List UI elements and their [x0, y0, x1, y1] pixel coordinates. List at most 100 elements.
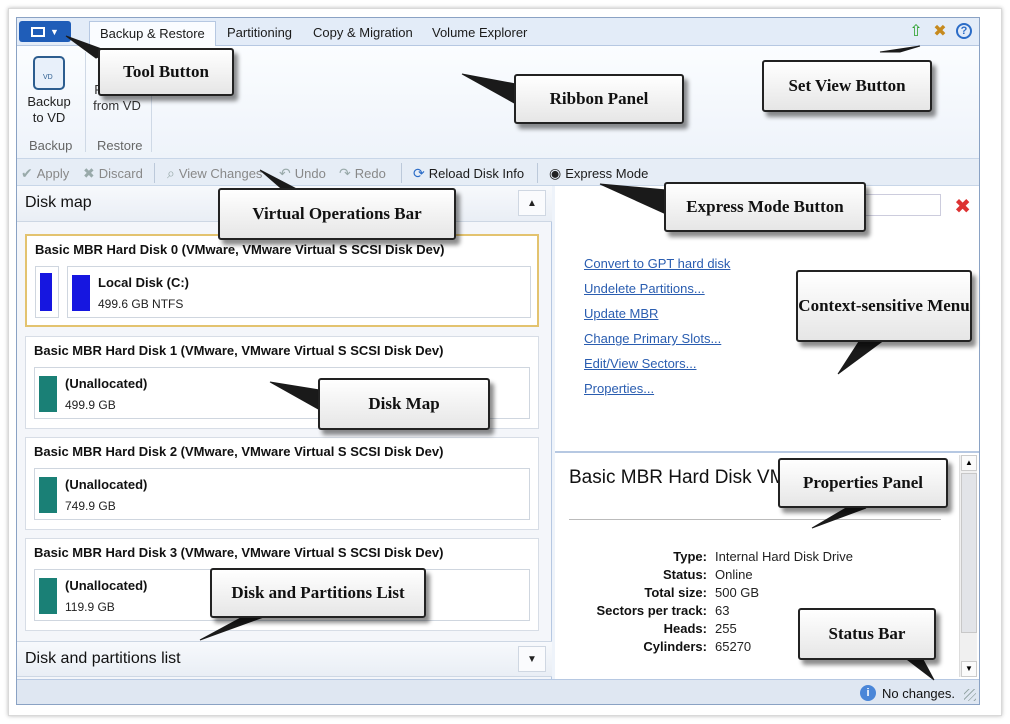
prop-key: Sectors per track: [596, 603, 707, 618]
callout-disk-map: Disk Map [318, 378, 490, 430]
discard-icon: ✖ [83, 165, 95, 181]
express-mode-icon: ◉ [549, 165, 562, 181]
scroll-down-arrow[interactable]: ▼ [961, 661, 977, 677]
ribbon-separator [85, 52, 86, 152]
properties-scrollbar[interactable]: ▲ ▼ [959, 455, 977, 677]
green-up-arrow-icon[interactable]: ⇧ [907, 22, 925, 40]
disk-partitions-list-header[interactable]: Disk and partitions list ▼ [17, 641, 552, 677]
scroll-up-arrow[interactable]: ▲ [961, 455, 977, 471]
expand-down-button[interactable]: ▼ [518, 646, 546, 672]
view-changes-button[interactable]: ⌕ View Changes [167, 165, 262, 182]
tab-copy-migration[interactable]: Copy & Migration [303, 21, 423, 46]
partition-name: (Unallocated) [65, 477, 148, 492]
apply-label: Apply [36, 166, 70, 181]
ctx-update-mbr[interactable]: Update MBR [584, 306, 658, 321]
prop-value: 63 [715, 603, 730, 618]
tools-icon[interactable]: ✖ [931, 22, 949, 40]
info-icon: i [860, 685, 876, 701]
disk-title: Basic MBR Hard Disk 0 (VMware, VMware Vi… [35, 242, 445, 257]
reload-disk-info-button[interactable]: ⟳ Reload Disk Info [413, 165, 524, 182]
resize-grip-icon[interactable] [964, 689, 976, 701]
disk-title: Basic MBR Hard Disk 3 (VMware, VMware Vi… [34, 545, 444, 560]
tab-volume-explorer[interactable]: Volume Explorer [422, 21, 537, 46]
disk-title: Basic MBR Hard Disk 2 (VMware, VMware Vi… [34, 444, 444, 459]
ctx-properties[interactable]: Properties... [584, 381, 654, 396]
prop-key: Type: [673, 549, 707, 564]
discard-label: Discard [98, 166, 143, 181]
disk-partitions-list-title: Disk and partitions list [25, 650, 181, 667]
redo-button[interactable]: ↷ Redo [339, 165, 386, 182]
reload-icon: ⟳ [413, 165, 425, 181]
disk-2[interactable]: Basic MBR Hard Disk 2 (VMware, VMware Vi… [25, 437, 539, 530]
collapse-up-button[interactable]: ▲ [518, 190, 546, 216]
partition-bar [39, 477, 57, 513]
callout-tool-button: Tool Button [98, 48, 234, 96]
status-text: No changes. [882, 685, 955, 701]
partition-size: 499.9 GB [65, 398, 116, 412]
prop-row-total-size: Total size: 500 GB [555, 585, 955, 603]
check-icon: ✔ [21, 165, 33, 181]
backup-to-vd-button[interactable]: Backup to VD [21, 56, 77, 126]
undo-label: Undo [294, 166, 326, 181]
tool-button[interactable]: ▼ [19, 21, 71, 42]
reload-label: Reload Disk Info [428, 166, 525, 181]
status-message: i No changes. [860, 685, 955, 701]
callout-status-bar: Status Bar [798, 608, 936, 660]
scroll-thumb[interactable] [961, 473, 977, 633]
prop-value: Online [715, 567, 753, 582]
prop-value: 65270 [715, 639, 752, 654]
status-bar: i No changes. [17, 679, 979, 704]
tab-partitioning[interactable]: Partitioning [217, 21, 302, 46]
partition-name: (Unallocated) [65, 578, 148, 593]
group-label-backup: Backup [29, 138, 73, 153]
chevron-down-icon: ▼ [50, 26, 59, 37]
ctx-undelete-partitions[interactable]: Undelete Partitions... [584, 281, 705, 296]
express-label: Express Mode [565, 166, 649, 181]
disk-0[interactable]: Basic MBR Hard Disk 0 (VMware, VMware Vi… [25, 234, 539, 327]
menu-icon [31, 26, 46, 37]
ribbon-tab-strip: ▼ Backup & Restore Partitioning Copy & M… [17, 18, 979, 47]
discard-button[interactable]: ✖ Discard [83, 165, 143, 182]
undo-button[interactable]: ↶ Undo [279, 165, 326, 182]
chevron-down-icon: ▼ [527, 653, 537, 665]
partition-size: 749.9 GB [65, 499, 116, 513]
help-icon[interactable]: ? [955, 22, 973, 40]
ctx-change-primary-slots[interactable]: Change Primary Slots... [584, 331, 721, 346]
express-mode-button[interactable]: ◉ Express Mode [549, 165, 648, 182]
ctx-edit-view-sectors[interactable]: Edit/View Sectors... [584, 356, 696, 371]
partition-name: Local Disk (C:) [98, 275, 190, 290]
partition-unallocated[interactable]: (Unallocated) 749.9 GB [34, 468, 530, 520]
partition-c[interactable]: Local Disk (C:) 499.6 GB NTFS [67, 266, 531, 318]
callout-set-view: Set View Button [762, 60, 932, 112]
close-icon[interactable]: ✖ [954, 194, 971, 219]
partition-size: 499.6 GB NTFS [98, 297, 184, 311]
prop-row-status: Status: Online [555, 567, 955, 585]
prop-key: Total size: [644, 585, 707, 600]
ops-separator [401, 163, 402, 183]
partition-bar [39, 376, 57, 412]
context-search-box[interactable] [861, 194, 941, 216]
partition-bar [72, 275, 90, 311]
view-changes-label: View Changes [178, 166, 263, 181]
redo-icon: ↷ [339, 165, 351, 181]
system-partition[interactable] [35, 266, 59, 318]
prop-key: Status: [662, 567, 707, 582]
ops-separator [537, 163, 538, 183]
partition-size: 119.9 GB [65, 600, 115, 614]
ctx-convert-gpt[interactable]: Convert to GPT hard disk [584, 256, 730, 271]
apply-button[interactable]: ✔ Apply [21, 165, 69, 182]
ops-separator [154, 163, 155, 183]
prop-value: Internal Hard Disk Drive [715, 549, 853, 564]
callout-properties: Properties Panel [778, 458, 948, 508]
prop-value: 255 [715, 621, 737, 636]
prop-row-type: Type: Internal Hard Disk Drive [555, 549, 955, 567]
virtual-disk-icon [33, 56, 65, 90]
prop-key: Heads: [663, 621, 707, 636]
partition-name: (Unallocated) [65, 376, 148, 391]
callout-disk-partitions: Disk and Partitions List [210, 568, 426, 618]
prop-key: Cylinders: [643, 639, 707, 654]
callout-virtual-ops: Virtual Operations Bar [218, 188, 456, 240]
tab-backup-restore[interactable]: Backup & Restore [89, 21, 216, 47]
application-window: ▼ Backup & Restore Partitioning Copy & M… [16, 17, 980, 705]
prop-value: 500 GB [715, 585, 760, 600]
